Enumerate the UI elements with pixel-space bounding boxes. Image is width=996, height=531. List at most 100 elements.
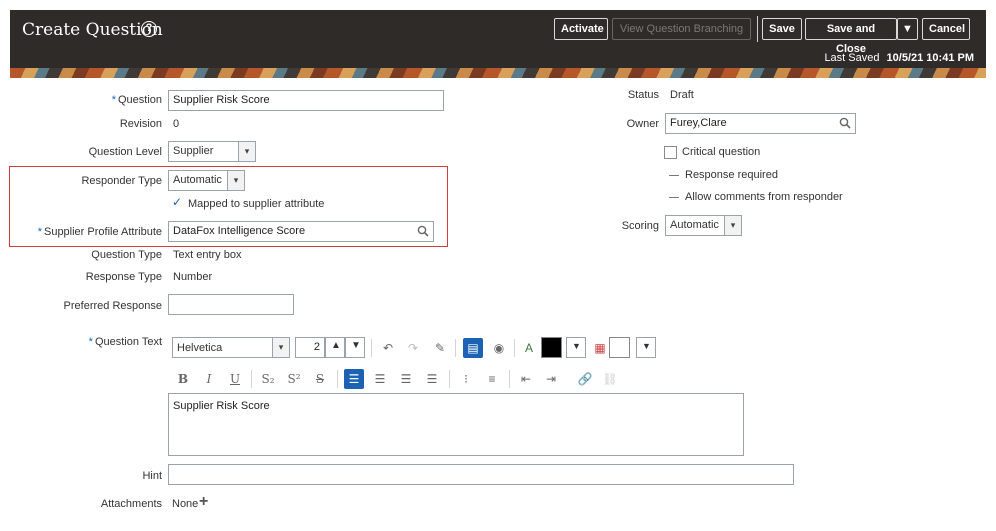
- owner-label: Owner: [626, 118, 659, 130]
- status-value: Draft: [670, 89, 694, 101]
- toolbar-separator: [337, 370, 338, 388]
- caret-down-icon: ▼: [902, 23, 913, 35]
- help-icon[interactable]: ?: [141, 21, 157, 37]
- checkmark-icon[interactable]: ✓: [172, 195, 182, 209]
- background-color-dropdown[interactable]: ▼: [636, 337, 656, 358]
- supplier-profile-attribute-label: * Supplier Profile Attribute: [37, 226, 162, 238]
- preferred-response-label: Preferred Response: [63, 300, 162, 312]
- page-header: Create Question ? Activate View Question…: [10, 10, 986, 78]
- supplier-profile-attribute-input[interactable]: DataFox Intelligence Score: [168, 221, 434, 242]
- font-size-input[interactable]: 2: [295, 337, 325, 358]
- font-family-select[interactable]: Helvetica ▾: [172, 337, 290, 358]
- scoring-select[interactable]: Automatic ▾: [665, 215, 742, 236]
- outdent-icon[interactable]: ⇤: [516, 369, 536, 389]
- toolbar-separator: [371, 339, 372, 357]
- font-size-decrease-button[interactable]: ▼: [345, 337, 365, 358]
- save-menu-dropdown[interactable]: ▼: [897, 18, 918, 40]
- revision-value: 0: [173, 118, 180, 130]
- add-attachment-icon[interactable]: +: [199, 493, 208, 511]
- search-icon[interactable]: [417, 225, 429, 237]
- chevron-down-icon: ▾: [272, 338, 289, 357]
- chevron-up-icon: ▲: [331, 340, 341, 351]
- scoring-label: Scoring: [621, 220, 659, 232]
- attachments-label: Attachments: [100, 498, 162, 510]
- align-right-icon[interactable]: ☰: [396, 369, 416, 389]
- toolbar-separator: [449, 370, 450, 388]
- status-label: Status: [627, 89, 659, 101]
- chevron-down-icon: ▾: [227, 171, 244, 190]
- question-type-value: Text entry box: [173, 249, 242, 261]
- caret-down-icon: ▼: [572, 341, 581, 351]
- question-type-label: Question Type: [91, 249, 162, 261]
- responder-type-label: Responder Type: [81, 175, 162, 187]
- question-label: * Question: [111, 94, 162, 106]
- unlink-icon[interactable]: ⛓: [600, 369, 620, 389]
- responder-type-select[interactable]: Automatic ▾: [168, 170, 245, 191]
- last-saved-label: Last Saved: [824, 52, 880, 64]
- owner-input[interactable]: Furey,Clare: [665, 113, 856, 134]
- toolbar-separator: [455, 339, 456, 357]
- bold-icon[interactable]: B: [173, 369, 193, 389]
- response-type-value: Number: [173, 271, 213, 283]
- chevron-down-icon: ▾: [724, 216, 741, 235]
- required-icon: *: [111, 94, 116, 106]
- question-input[interactable]: Supplier Risk Score: [168, 90, 444, 111]
- chevron-down-icon: ▾: [238, 142, 255, 161]
- toolbar-separator: [514, 339, 515, 357]
- response-required-indicator: [669, 175, 679, 176]
- allow-comments-indicator: [669, 197, 679, 198]
- question-text-editor[interactable]: Supplier Risk Score: [168, 393, 744, 456]
- preview-icon[interactable]: ◉: [489, 338, 509, 358]
- indent-icon[interactable]: ⇥: [541, 369, 561, 389]
- toolbar-divider: [757, 16, 758, 42]
- align-left-icon[interactable]: ☰: [344, 369, 364, 389]
- view-question-branching-button[interactable]: View Question Branching: [612, 18, 751, 40]
- response-required-label: Response required: [685, 169, 778, 181]
- required-icon: *: [37, 226, 42, 238]
- question-level-select[interactable]: Supplier ▾: [168, 141, 256, 162]
- hint-input[interactable]: [168, 464, 794, 485]
- response-type-label: Response Type: [85, 271, 162, 283]
- background-color-icon[interactable]: ▦: [590, 338, 610, 358]
- clear-format-icon[interactable]: ✎: [430, 338, 450, 358]
- bulleted-list-icon[interactable]: ⁝: [456, 369, 476, 389]
- header-decoration: [10, 68, 986, 78]
- redo-icon[interactable]: ↷: [403, 338, 423, 358]
- strikethrough-icon[interactable]: S: [310, 369, 330, 389]
- text-color-swatch[interactable]: [541, 337, 562, 358]
- undo-icon[interactable]: ↶: [378, 338, 398, 358]
- background-color-swatch[interactable]: [609, 337, 630, 358]
- rich-text-mode-icon[interactable]: ▤: [463, 338, 483, 358]
- caret-down-icon: ▼: [642, 341, 651, 351]
- last-saved-value: 10/5/21 10:41 PM: [886, 52, 974, 64]
- allow-comments-label: Allow comments from responder: [685, 191, 843, 203]
- hint-label: Hint: [142, 470, 162, 482]
- subscript-icon[interactable]: S₂: [258, 369, 278, 389]
- cancel-button[interactable]: Cancel: [922, 18, 970, 40]
- mapped-label: Mapped to supplier attribute: [188, 198, 325, 210]
- font-size-increase-button[interactable]: ▲: [325, 337, 345, 358]
- critical-question-label: Critical question: [682, 146, 761, 158]
- preferred-response-input[interactable]: [168, 294, 294, 315]
- activate-button[interactable]: Activate: [554, 18, 608, 40]
- text-color-dropdown[interactable]: ▼: [566, 337, 586, 358]
- last-saved: Last Saved 10/5/21 10:41 PM: [824, 52, 974, 64]
- question-text-label: * Question Text: [88, 336, 162, 348]
- text-color-icon[interactable]: A: [519, 338, 539, 358]
- critical-question-checkbox[interactable]: [664, 146, 677, 159]
- attachments-value: None: [172, 498, 199, 510]
- numbered-list-icon[interactable]: ≡: [482, 369, 502, 389]
- italic-icon[interactable]: I: [199, 369, 219, 389]
- align-center-icon[interactable]: ☰: [370, 369, 390, 389]
- save-and-close-button[interactable]: Save and Close: [805, 18, 897, 55]
- link-icon[interactable]: 🔗: [575, 369, 595, 389]
- underline-icon[interactable]: U: [225, 369, 245, 389]
- question-level-label: Question Level: [88, 146, 162, 158]
- superscript-icon[interactable]: S²: [284, 369, 304, 389]
- align-justify-icon[interactable]: ☰: [422, 369, 442, 389]
- chevron-down-icon: ▼: [351, 340, 361, 351]
- required-icon: *: [88, 336, 93, 348]
- toolbar-separator: [509, 370, 510, 388]
- search-icon[interactable]: [839, 117, 851, 129]
- save-button[interactable]: Save: [762, 18, 802, 40]
